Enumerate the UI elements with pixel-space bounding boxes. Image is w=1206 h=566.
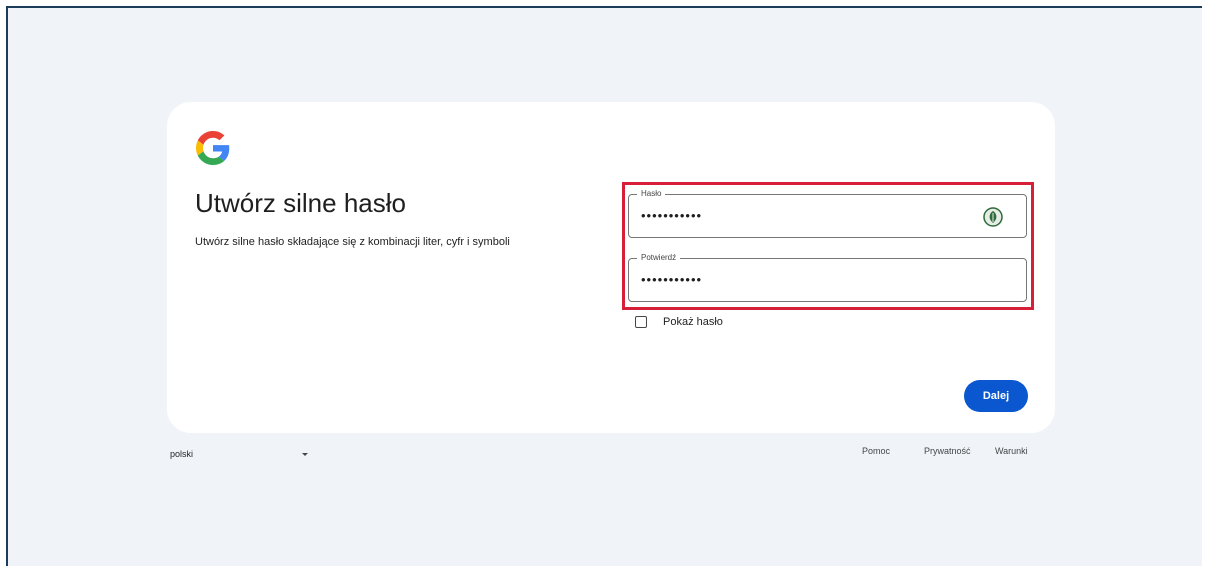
caret-down-icon: [302, 452, 308, 456]
password-field[interactable]: Hasło •••••••••••: [628, 189, 1027, 238]
language-label: polski: [170, 449, 194, 459]
password-field-label: Hasło: [637, 189, 666, 199]
show-password-label: Pokaż hasło: [663, 316, 723, 328]
password-field-value: •••••••••••: [641, 208, 703, 223]
help-link[interactable]: Pomoc: [862, 446, 890, 456]
privacy-link[interactable]: Prywatność: [924, 446, 971, 456]
show-password-checkbox[interactable]: [635, 316, 647, 328]
confirm-field-label: Potwierdź: [637, 253, 681, 263]
confirm-field-value: •••••••••••: [641, 272, 703, 287]
confirm-password-field[interactable]: Potwierdź •••••••••••: [628, 253, 1027, 302]
password-form: Hasło ••••••••••• Potwierdź ••••••••••• …: [167, 102, 1055, 433]
next-button[interactable]: Dalej: [964, 380, 1028, 412]
show-password-toggle[interactable]: Pokaż hasło: [635, 316, 723, 328]
language-selector[interactable]: polski: [170, 445, 308, 463]
terms-link[interactable]: Warunki: [995, 446, 1028, 456]
password-manager-extension-icon[interactable]: [983, 207, 1003, 227]
